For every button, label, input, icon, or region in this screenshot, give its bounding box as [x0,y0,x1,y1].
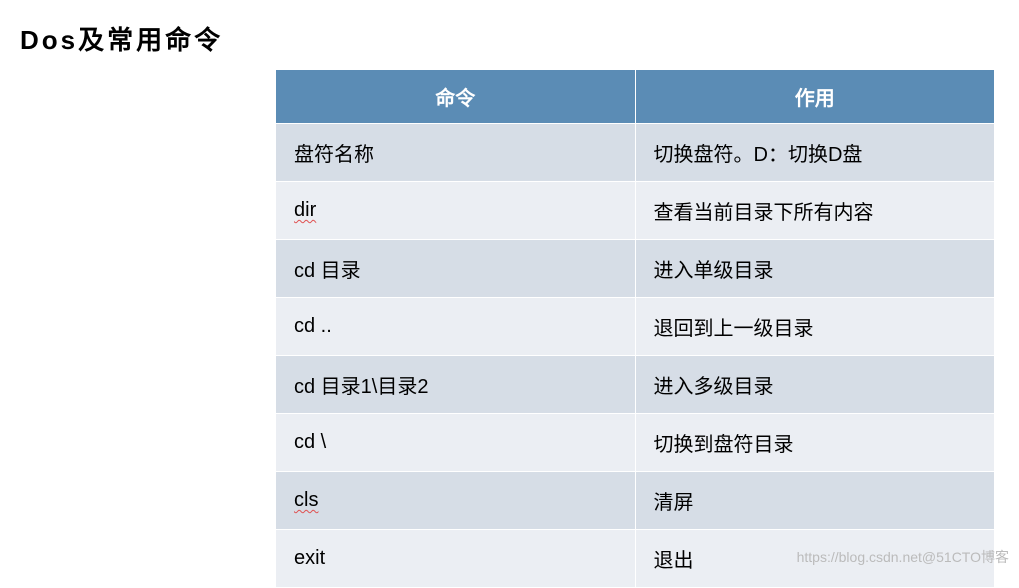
cell-description: 退回到上一级目录 [635,298,995,356]
table-row: cd 目录1\目录2进入多级目录 [276,356,995,414]
table-row: cd \切换到盘符目录 [276,414,995,472]
page-title: Dos及常用命令 [0,0,1019,57]
commands-table-wrapper: 命令 作用 盘符名称切换盘符。D：切换D盘dir查看当前目录下所有内容cd 目录… [275,69,995,588]
commands-table: 命令 作用 盘符名称切换盘符。D：切换D盘dir查看当前目录下所有内容cd 目录… [275,69,995,588]
header-command: 命令 [276,70,636,124]
cell-description: 切换盘符。D：切换D盘 [635,124,995,182]
table-row: 盘符名称切换盘符。D：切换D盘 [276,124,995,182]
cell-command: exit [276,530,636,588]
watermark-text: https://blog.csdn.net@51CTO博客 [797,547,1009,567]
cell-command: cd .. [276,298,636,356]
cell-description: 清屏 [635,472,995,530]
cell-description: 进入单级目录 [635,240,995,298]
cell-description: 切换到盘符目录 [635,414,995,472]
table-row: cd ..退回到上一级目录 [276,298,995,356]
cell-description: 查看当前目录下所有内容 [635,182,995,240]
cell-description: 进入多级目录 [635,356,995,414]
table-header-row: 命令 作用 [276,70,995,124]
cell-command: cd 目录 [276,240,636,298]
table-row: cls 清屏 [276,472,995,530]
cell-command: 盘符名称 [276,124,636,182]
cell-command: cd 目录1\目录2 [276,356,636,414]
header-description: 作用 [635,70,995,124]
table-row: dir 查看当前目录下所有内容 [276,182,995,240]
cell-command: cd \ [276,414,636,472]
spellcheck-text: cls [294,489,318,511]
cell-command: cls [276,472,636,530]
spellcheck-text: dir [294,199,316,221]
table-row: cd 目录进入单级目录 [276,240,995,298]
cell-command: dir [276,182,636,240]
